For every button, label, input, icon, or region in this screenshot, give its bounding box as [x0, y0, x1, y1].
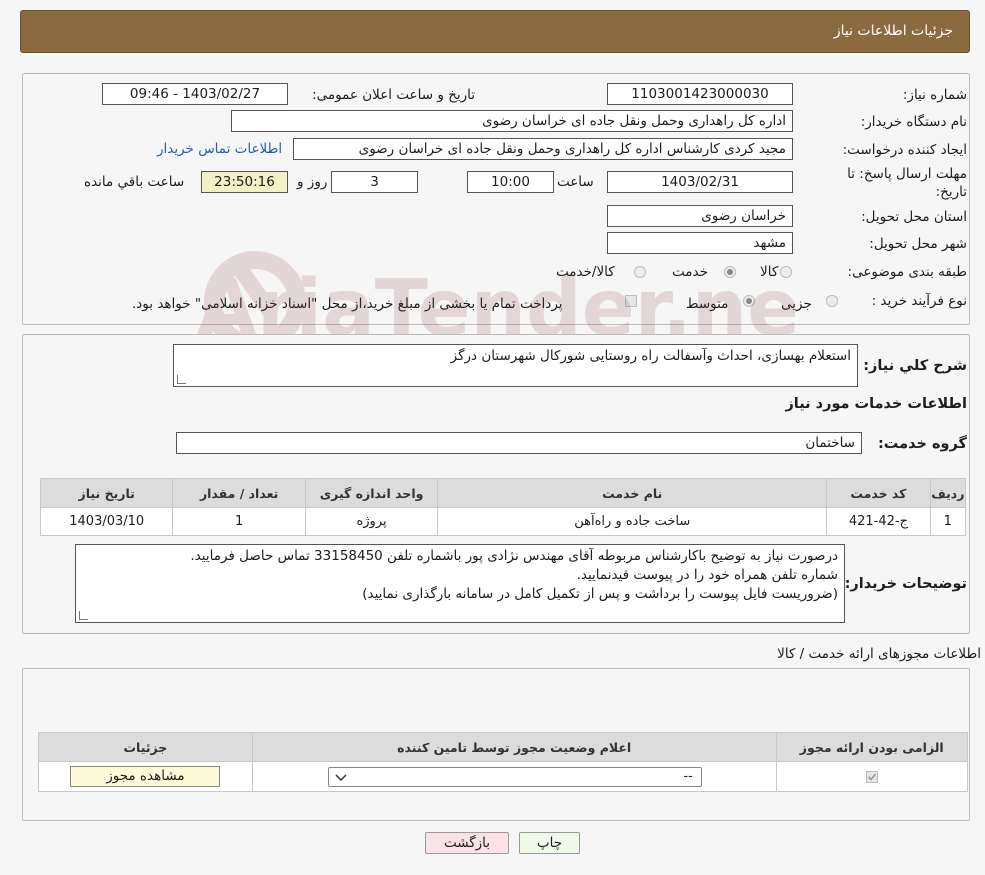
remaining-label: ساعت باقي مانده — [84, 174, 185, 190]
resize-handle-icon[interactable] — [79, 611, 88, 620]
category-option-goods: کالا — [760, 264, 779, 280]
page-header: جزئیات اطلاعات نیاز — [20, 10, 970, 53]
city-label: شهر محل تحویل: — [869, 236, 967, 252]
chevron-down-icon — [335, 773, 347, 781]
service-group-field: ساختمان — [176, 432, 862, 454]
col-required-header: الزامی بودن ارائه مجوز — [775, 732, 969, 762]
purchase-radio-medium[interactable] — [743, 295, 755, 307]
col-details-header: جزئیات — [38, 732, 253, 762]
creator-label: ایجاد کننده درخواست: — [842, 142, 967, 158]
status-cell: -- — [251, 761, 777, 792]
permit-status-select[interactable]: -- — [327, 766, 702, 787]
permit-status-value: -- — [683, 768, 693, 784]
buyer-org-label: نام دستگاه خریدار: — [860, 114, 967, 130]
permits-section-title: اطلاعات مجوزهای ارائه خدمت / کالا — [777, 646, 981, 662]
permits-table: الزامی بودن ارائه مجوز اعلام وضعیت مجوز … — [38, 732, 969, 792]
remaining-time-field: 23:50:16 — [201, 171, 288, 193]
purchase-option-partial: جزیی — [781, 296, 812, 312]
buyer-notes-textarea[interactable]: درصورت نیاز به توضیح باکارشناس مربوطه آق… — [75, 544, 845, 623]
payment-note: پرداخت تمام یا بخشی از مبلغ خرید،از محل … — [132, 296, 563, 312]
col-name-header: نام خدمت — [437, 478, 828, 508]
details-cell: مشاهده مجوز — [38, 761, 253, 792]
category-option-service: خدمت — [672, 264, 708, 280]
announce-field: 1403/02/27 - 09:46 — [102, 83, 288, 105]
category-radio-goods[interactable] — [780, 266, 792, 278]
col-code-header: کد خدمت — [826, 478, 931, 508]
buyer-notes-label: توضیحات خریدار: — [844, 576, 967, 592]
col-date-header: تاریخ نیاز — [39, 478, 174, 508]
province-label: استان محل تحویل: — [861, 209, 967, 225]
buyer-note-line: درصورت نیاز به توضیح باکارشناس مربوطه آق… — [190, 548, 838, 564]
services-table-header: ردیف کد خدمت نام خدمت واحد اندازه گیری ت… — [39, 478, 967, 508]
services-section-title: اطلاعات خدمات مورد نیاز — [785, 396, 967, 412]
col-unit-header: واحد اندازه گیری — [304, 478, 439, 508]
province-field: خراسان رضوی — [607, 205, 793, 227]
days-label: روز و — [297, 174, 328, 190]
summary-label: شرح کلي نياز: — [863, 358, 967, 374]
required-cell — [775, 761, 969, 792]
purchase-radio-partial[interactable] — [826, 295, 838, 307]
creator-field: مجید کردی کارشناس اداره کل راهداری وحمل … — [293, 138, 793, 160]
resize-handle-icon[interactable] — [177, 375, 186, 384]
back-button[interactable]: بازگشت — [425, 832, 509, 854]
row-code: ج-42-421 — [826, 507, 931, 536]
days-field: 3 — [331, 171, 418, 193]
row-unit: پروژه — [304, 507, 439, 536]
purchase-label: نوع فرآیند خرید : — [871, 293, 967, 309]
deadline-date-field: 1403/02/31 — [607, 171, 793, 193]
permits-table-header: الزامی بودن ارائه مجوز اعلام وضعیت مجوز … — [38, 732, 969, 762]
row-date: 1403/03/10 — [39, 507, 174, 536]
table-row: 1 ج-42-421 ساخت جاده و راه‌آهن پروژه 1 1… — [39, 507, 967, 536]
need-number-field: 1103001423000030 — [607, 83, 793, 105]
category-option-both: کالا/خدمت — [556, 264, 615, 280]
col-qty-header: تعداد / مقدار — [172, 478, 306, 508]
buyer-note-line: شماره تلفن همراه خود را در پیوست قیدنمای… — [576, 567, 838, 583]
page-title: جزئیات اطلاعات نیاز — [833, 23, 953, 39]
category-radio-both[interactable] — [634, 266, 646, 278]
col-status-header: اعلام وضعیت مجوز توسط تامین کننده — [251, 732, 777, 762]
buyer-contact-link[interactable]: اطلاعات تماس خریدار — [157, 141, 282, 157]
deadline-label: مهلت ارسال پاسخ: تا تاریخ: — [847, 166, 967, 200]
table-row: -- مشاهده مجوز — [38, 761, 969, 792]
print-button[interactable]: چاپ — [519, 832, 580, 854]
need-number-label: شماره نیاز: — [902, 87, 967, 103]
summary-text: استعلام بهسازی، احداث وآسفالت راه روستای… — [450, 348, 851, 364]
summary-textarea[interactable]: استعلام بهسازی، احداث وآسفالت راه روستای… — [173, 344, 858, 387]
row-qty: 1 — [172, 507, 306, 536]
service-group-label: گروه خدمت: — [877, 436, 967, 452]
check-icon — [867, 772, 876, 781]
treasury-checkbox[interactable] — [625, 295, 637, 307]
view-permit-button[interactable]: مشاهده مجوز — [70, 766, 221, 787]
announce-label: تاریخ و ساعت اعلان عمومی: — [312, 87, 475, 103]
deadline-time-label: ساعت — [557, 174, 594, 190]
category-radio-service[interactable] — [724, 266, 736, 278]
row-idx: 1 — [929, 507, 967, 536]
services-table: ردیف کد خدمت نام خدمت واحد اندازه گیری ت… — [39, 478, 967, 536]
deadline-time-field: 10:00 — [467, 171, 554, 193]
row-name: ساخت جاده و راه‌آهن — [437, 507, 828, 536]
purchase-option-medium: متوسط — [686, 296, 729, 312]
city-field: مشهد — [607, 232, 793, 254]
category-label: طبقه بندی موضوعی: — [847, 264, 967, 280]
col-idx-header: ردیف — [929, 478, 967, 508]
buyer-org-field: اداره کل راهداری وحمل ونقل جاده ای خراسا… — [231, 110, 793, 132]
required-checkbox[interactable] — [865, 770, 878, 783]
buyer-note-line: (ضروریست فایل پیوست را برداشت و پس از تک… — [362, 586, 838, 602]
